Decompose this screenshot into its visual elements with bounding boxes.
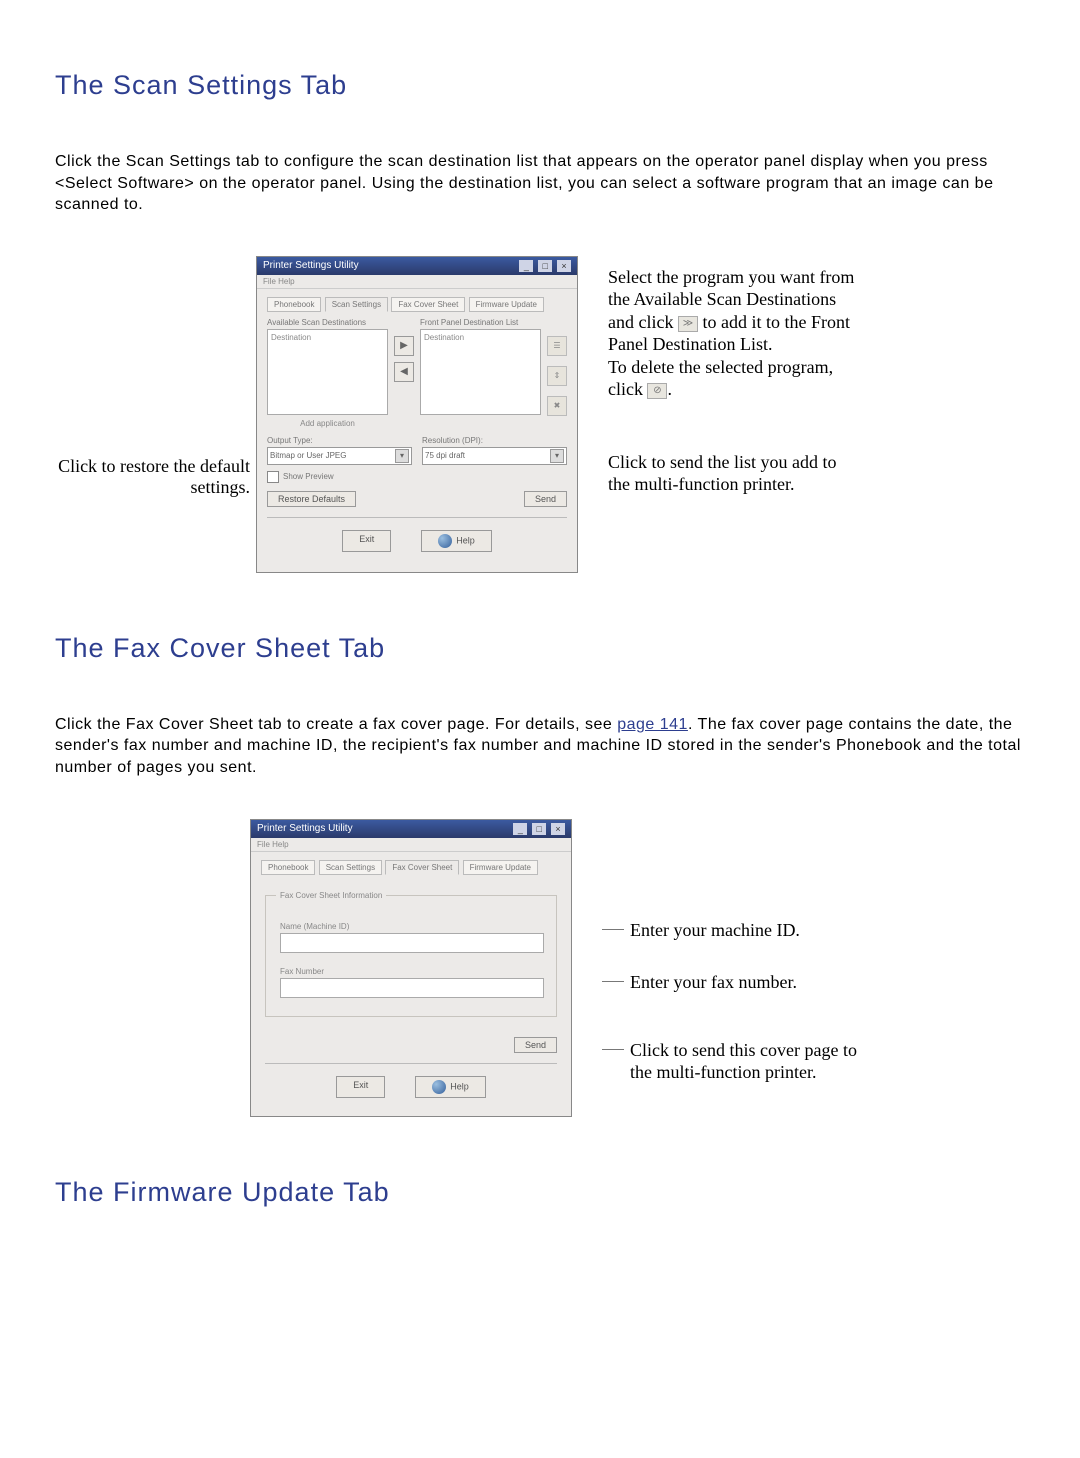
help-button[interactable]: Help (421, 530, 492, 552)
tab-scan-settings[interactable]: Scan Settings (319, 860, 382, 875)
globe-icon (438, 534, 452, 548)
list-icon[interactable]: ☰ (547, 336, 567, 356)
window-title: Printer Settings Utility (257, 823, 353, 835)
maximize-icon[interactable]: □ (538, 260, 552, 272)
tab-fax-cover[interactable]: Fax Cover Sheet (385, 860, 459, 875)
move-left-button[interactable]: ◀ (394, 362, 414, 382)
exit-button[interactable]: Exit (336, 1076, 385, 1098)
window-titlebar: Printer Settings Utility _ □ × (251, 820, 571, 838)
fax-cover-window: Printer Settings Utility _ □ × File Help… (250, 819, 572, 1117)
fax-cover-paragraph: Click the Fax Cover Sheet tab to create … (55, 714, 1025, 779)
tab-phonebook[interactable]: Phonebook (267, 297, 321, 312)
callout-restore-defaults: Click to restore the default settings. (55, 256, 256, 499)
scan-settings-heading: The Scan Settings Tab (55, 70, 1025, 101)
minimize-icon[interactable]: _ (513, 823, 527, 835)
close-icon[interactable]: × (551, 823, 565, 835)
move-right-button[interactable]: ▶ (394, 336, 414, 356)
show-preview-checkbox[interactable] (267, 471, 279, 483)
resolution-label: Resolution (DPI): (422, 436, 567, 445)
tab-phonebook[interactable]: Phonebook (261, 860, 315, 875)
help-button[interactable]: Help (415, 1076, 486, 1098)
groupbox-title: Fax Cover Sheet Information (276, 891, 386, 900)
firmware-update-heading: The Firmware Update Tab (55, 1177, 1025, 1208)
callout-machine-id: Enter your machine ID. (630, 919, 800, 942)
cover-sheet-groupbox: Fax Cover Sheet Information Name (Machin… (265, 895, 557, 1017)
menu-bar[interactable]: File Help (257, 275, 577, 289)
tab-firmware[interactable]: Firmware Update (469, 297, 544, 312)
fax-cover-figure: Printer Settings Utility _ □ × File Help… (55, 819, 1025, 1117)
exit-button[interactable]: Exit (342, 530, 391, 552)
maximize-icon[interactable]: □ (532, 823, 546, 835)
window-controls[interactable]: _ □ × (517, 260, 571, 272)
menu-bar[interactable]: File Help (251, 838, 571, 852)
machine-id-label: Name (Machine ID) (280, 922, 542, 931)
remove-icon: ⊘ (647, 383, 667, 399)
fax-cover-heading: The Fax Cover Sheet Tab (55, 633, 1025, 664)
frontpanel-list[interactable]: Destination (420, 329, 541, 415)
window-controls[interactable]: _ □ × (511, 823, 565, 835)
chevron-down-icon[interactable]: ▾ (395, 449, 409, 463)
tab-strip: Phonebook Scan Settings Fax Cover Sheet … (251, 852, 571, 877)
scan-settings-figure: Click to restore the default settings. P… (55, 256, 1025, 573)
restore-defaults-button[interactable]: Restore Defaults (267, 491, 356, 507)
delete-icon[interactable]: ✖ (547, 396, 567, 416)
minimize-icon[interactable]: _ (519, 260, 533, 272)
output-type-dropdown[interactable]: Bitmap or User JPEG▾ (267, 447, 412, 465)
move-icon[interactable]: ⇕ (547, 366, 567, 386)
output-type-label: Output Type: (267, 436, 412, 445)
tab-firmware[interactable]: Firmware Update (463, 860, 538, 875)
page-141-link[interactable]: page 141 (617, 716, 688, 733)
window-titlebar: Printer Settings Utility _ □ × (257, 257, 577, 275)
add-icon: ≫ (678, 316, 698, 332)
chevron-down-icon[interactable]: ▾ (550, 449, 564, 463)
send-button[interactable]: Send (514, 1037, 557, 1053)
send-button[interactable]: Send (524, 491, 567, 507)
tab-fax-cover[interactable]: Fax Cover Sheet (391, 297, 465, 312)
tab-strip: Phonebook Scan Settings Fax Cover Sheet … (257, 289, 577, 314)
available-list[interactable]: Destination (267, 329, 388, 415)
callout-send-list: Click to send the list you add to the mu… (608, 451, 858, 496)
resolution-dropdown[interactable]: 75 dpi draft▾ (422, 447, 567, 465)
callout-send-cover: Click to send this cover page to the mul… (630, 1039, 862, 1084)
tab-scan-settings[interactable]: Scan Settings (325, 297, 388, 312)
scan-settings-window: Printer Settings Utility _ □ × File Help… (256, 256, 578, 573)
fax-number-input[interactable] (280, 978, 544, 998)
close-icon[interactable]: × (557, 260, 571, 272)
frontpanel-list-label: Front Panel Destination List (420, 318, 541, 327)
show-preview-label: Show Preview (283, 472, 334, 481)
globe-icon (432, 1080, 446, 1094)
available-list-label: Available Scan Destinations (267, 318, 388, 327)
window-title: Printer Settings Utility (263, 260, 359, 272)
scan-settings-paragraph: Click the Scan Settings tab to configure… (55, 151, 1025, 216)
callout-add-delete: Select the program you want from the Ava… (608, 266, 858, 401)
callout-fax-number: Enter your fax number. (630, 971, 797, 994)
machine-id-input[interactable] (280, 933, 544, 953)
add-application-label: Add application (267, 419, 388, 428)
fax-number-label: Fax Number (280, 967, 542, 976)
